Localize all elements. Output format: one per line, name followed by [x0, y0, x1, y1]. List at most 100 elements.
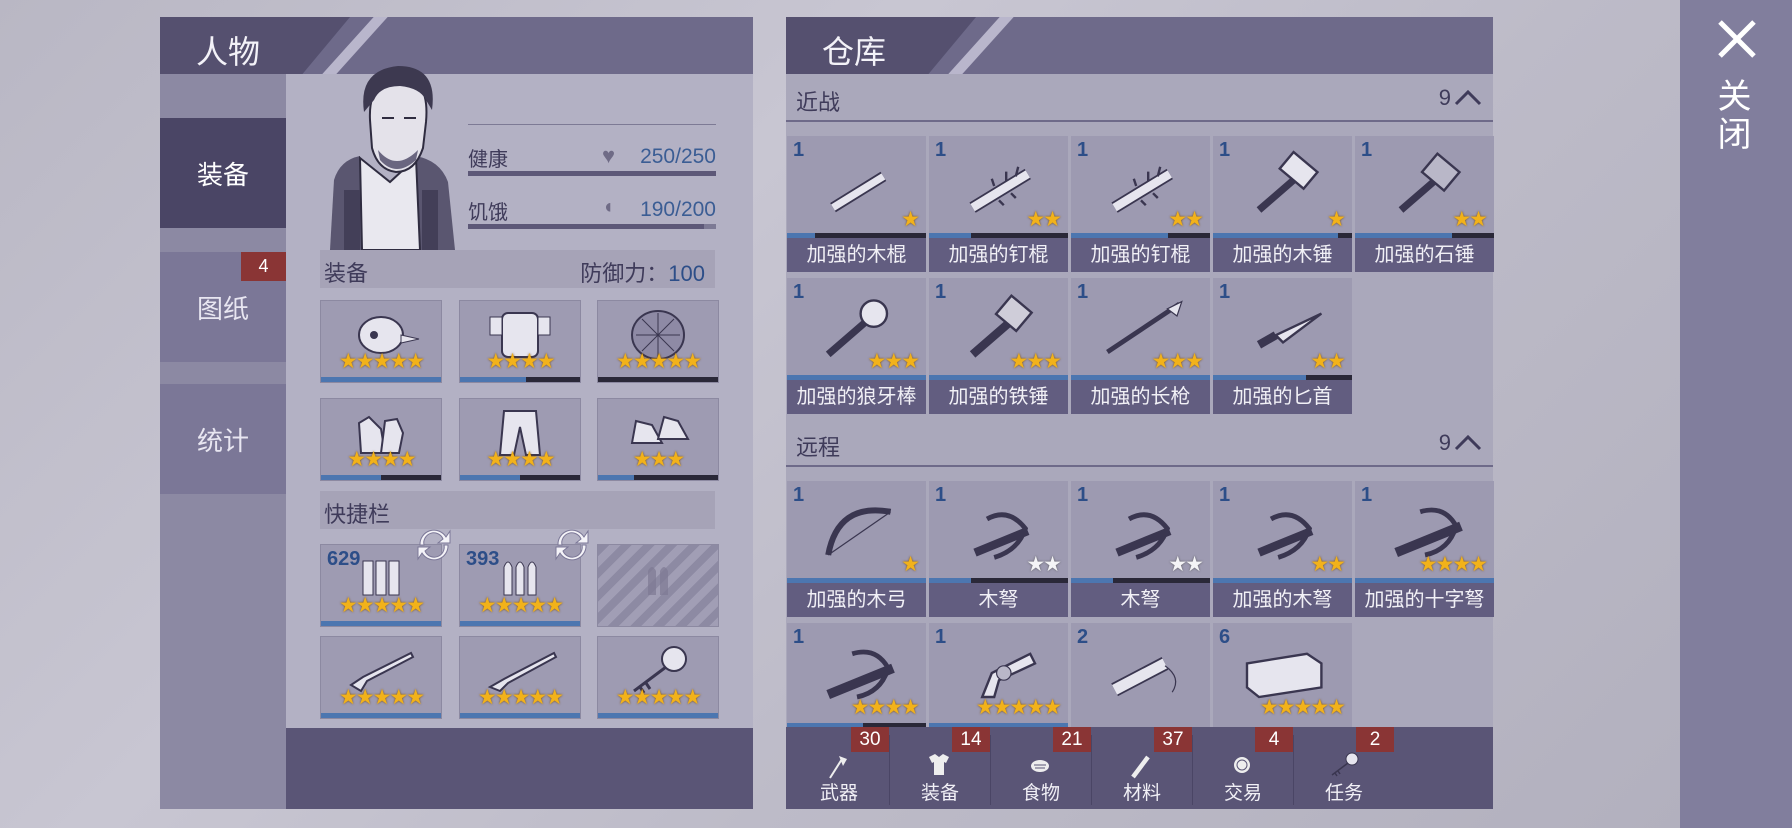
- equipment-slot[interactable]: ★★★★★: [597, 300, 719, 383]
- item-count: 6: [1219, 626, 1231, 648]
- wooden-hammer-icon: [1235, 150, 1331, 227]
- tab-axe[interactable]: 30 武器: [789, 727, 889, 809]
- durability-bar: [321, 475, 441, 480]
- swap-icon[interactable]: [412, 525, 456, 565]
- nav-equipment[interactable]: 装备: [160, 118, 286, 228]
- item-count: 1: [1077, 484, 1089, 506]
- warehouse-item[interactable]: 2: [1071, 623, 1210, 728]
- nav-equipment-label: 装备: [196, 159, 249, 190]
- item-count: 1: [1361, 139, 1373, 161]
- warehouse-item[interactable]: 6 ★★★★★: [1213, 623, 1352, 728]
- melee-divider: [786, 120, 1493, 122]
- warehouse-item[interactable]: 1 ★★★★★: [929, 623, 1068, 728]
- warehouse-item[interactable]: 1 ★★★★: [787, 623, 926, 728]
- star-rating: ★★★★: [850, 696, 920, 719]
- warehouse-item[interactable]: 1 ★★ 加强的石锤: [1355, 136, 1494, 272]
- warehouse-item[interactable]: 1 ★ 加强的木弓: [787, 481, 926, 617]
- warehouse-title-bar: 仓库: [786, 17, 1493, 74]
- quickbar-label: 快捷栏: [324, 502, 391, 527]
- swap-icon[interactable]: [550, 525, 594, 565]
- quickbar-slot[interactable]: ★★★★★: [597, 636, 719, 719]
- nav-statistics-label: 统计: [196, 425, 249, 456]
- quickbar-slot[interactable]: [597, 544, 719, 627]
- star-rating: ★: [901, 208, 920, 231]
- melee-category-header[interactable]: 近战 9: [786, 77, 1493, 122]
- item-name: 加强的石锤: [1355, 238, 1494, 272]
- tab-wood[interactable]: 37 材料: [1092, 727, 1192, 809]
- warehouse-item[interactable]: 1 ★★★ 加强的狼牙棒: [787, 278, 926, 414]
- warehouse-item[interactable]: 1 ★★ 加强的匕首: [1213, 278, 1352, 414]
- warehouse-item[interactable]: 1 ★★★ 加强的铁锤: [929, 278, 1068, 414]
- star-rating: ★: [901, 553, 920, 576]
- equipment-slot[interactable]: ★★★★: [320, 398, 442, 481]
- melee-count: 9: [1438, 85, 1451, 110]
- tab-shirt[interactable]: 14 装备: [890, 727, 990, 809]
- nav-statistics[interactable]: 统计: [160, 384, 286, 494]
- tab-coin[interactable]: 4 交易: [1193, 727, 1293, 809]
- quickbar-header: 快捷栏: [320, 491, 715, 529]
- durability-bar: [460, 713, 580, 718]
- tab-separator: [889, 735, 890, 805]
- item-count: 1: [793, 281, 805, 303]
- equipment-slot[interactable]: ★★★★: [459, 398, 581, 481]
- warehouse-item[interactable]: 1 ★★ 加强的钉棍: [1071, 136, 1210, 272]
- item-name: 加强的匕首: [1213, 380, 1352, 414]
- defense-label: 防御力：: [580, 261, 669, 286]
- quickbar-slot[interactable]: ★★★★★: [459, 636, 581, 719]
- warehouse-item[interactable]: 1 ★★ 加强的钉棍: [929, 136, 1068, 272]
- defense-readout: 防御力：100: [580, 256, 705, 288]
- item-count: 1: [1219, 281, 1231, 303]
- close-label[interactable]: 关闭: [1712, 78, 1756, 154]
- defense-value: 100: [668, 261, 705, 286]
- star-rating: ★★★★: [486, 350, 555, 373]
- star-rating: ★★★★★: [338, 594, 425, 617]
- equipment-slot[interactable]: ★★★: [597, 398, 719, 481]
- tab-separator: [990, 735, 991, 805]
- star-rating: ★★★★: [486, 448, 555, 471]
- durability-bar: [321, 377, 441, 382]
- item-name: 加强的木棍: [787, 238, 926, 272]
- tab-badge: 14: [952, 727, 990, 752]
- star-rating: ★★★★★: [975, 696, 1062, 719]
- item-name: 木弩: [929, 583, 1068, 617]
- equipment-header: 装备 防御力：100: [320, 250, 715, 288]
- item-count: 1: [1077, 281, 1089, 303]
- durability-bar: [460, 475, 580, 480]
- health-row: 健康 ♥ 250/250: [468, 143, 716, 172]
- warehouse-item[interactable]: 1 ★★★ 加强的长枪: [1071, 278, 1210, 414]
- health-bar: [468, 171, 716, 176]
- tab-label: 装备: [920, 783, 959, 804]
- star-rating: ★★★★★: [615, 350, 702, 373]
- item-count: 1: [1219, 139, 1231, 161]
- tab-badge: 37: [1154, 727, 1192, 752]
- equipment-slot[interactable]: ★★★★: [459, 300, 581, 383]
- star-rating: ★★★: [1009, 350, 1063, 373]
- tab-key[interactable]: 2 任务: [1294, 727, 1394, 809]
- warehouse-item[interactable]: 1 ★★ 加强的木弩: [1213, 481, 1352, 617]
- warehouse-item[interactable]: 1 ★ 加强的木锤: [1213, 136, 1352, 272]
- ranged-category-header[interactable]: 远程 9: [786, 422, 1493, 467]
- nav-blueprints[interactable]: 图纸 4: [160, 252, 286, 362]
- item-count: 1: [793, 139, 805, 161]
- warehouse-item[interactable]: 1 ★★ 木弩: [1071, 481, 1210, 617]
- durability-bar: [598, 475, 718, 480]
- tab-badge: 2: [1356, 727, 1394, 752]
- equipment-slot[interactable]: ★★★★★: [320, 300, 442, 383]
- durability-bar: [598, 377, 718, 382]
- tab-badge: 21: [1053, 727, 1091, 752]
- tab-meat[interactable]: 21 食物: [991, 727, 1091, 809]
- chevron-up-icon[interactable]: [1453, 87, 1483, 107]
- quickbar-slot[interactable]: ★★★★★: [320, 636, 442, 719]
- warehouse-item[interactable]: 1 ★★ 木弩: [929, 481, 1068, 617]
- tab-separator: [1293, 735, 1294, 805]
- star-rating: ★★★: [1151, 350, 1205, 373]
- health-label: 健康: [468, 149, 508, 171]
- close-icon[interactable]: [1712, 14, 1762, 64]
- tab-badge: 4: [1255, 727, 1293, 752]
- warehouse-item[interactable]: 1 ★★★★ 加强的十字弩: [1355, 481, 1494, 617]
- item-name: 加强的木弓: [787, 583, 926, 617]
- tab-label: 材料: [1122, 783, 1161, 804]
- item-count: 1: [935, 281, 947, 303]
- chevron-up-icon[interactable]: [1453, 432, 1483, 452]
- warehouse-item[interactable]: 1 ★ 加强的木棍: [787, 136, 926, 272]
